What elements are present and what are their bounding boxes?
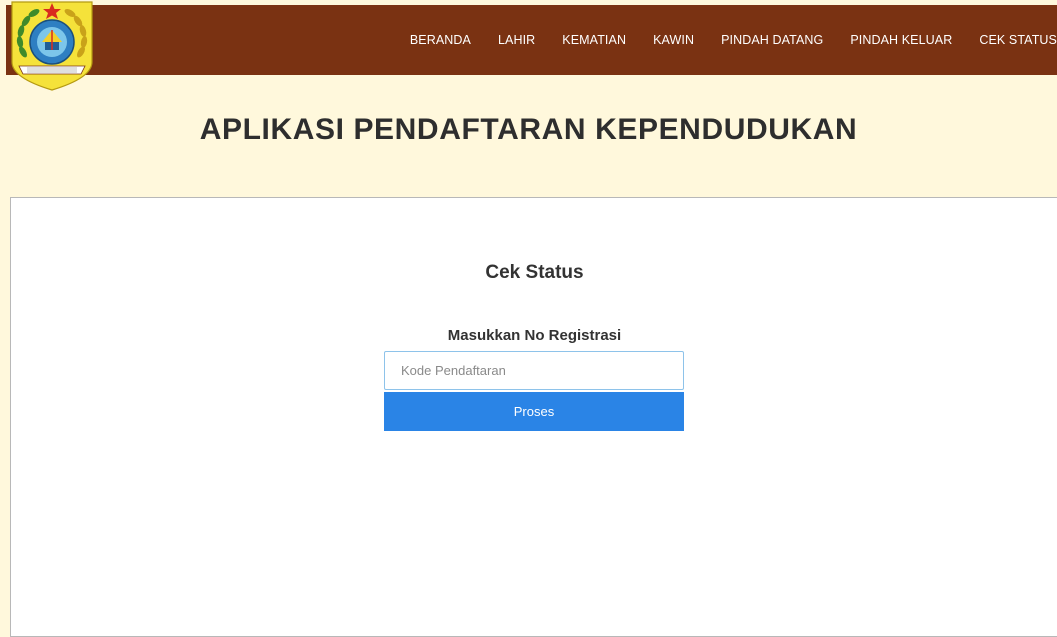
- regency-logo-icon[interactable]: [9, 0, 95, 92]
- nav-item-lahir[interactable]: LAHIR: [498, 33, 535, 47]
- cek-status-panel: Cek Status Masukkan No Registrasi Proses: [10, 197, 1057, 637]
- nav-item-beranda[interactable]: BERANDA: [410, 33, 471, 47]
- nav-item-cek-status[interactable]: CEK STATUS: [979, 33, 1057, 47]
- nav-item-kematian[interactable]: KEMATIAN: [562, 33, 626, 47]
- page-title: APLIKASI PENDAFTARAN KEPENDUDUKAN: [199, 113, 858, 146]
- card-title: Cek Status: [485, 262, 584, 283]
- nav-item-pindah-keluar[interactable]: PINDAH KELUAR: [850, 33, 952, 47]
- proses-button[interactable]: Proses: [384, 392, 684, 431]
- registration-number-label: Masukkan No Registrasi: [447, 327, 622, 344]
- registration-code-input[interactable]: [384, 351, 684, 390]
- nav-item-pindah-datang[interactable]: PINDAH DATANG: [721, 33, 823, 47]
- nav-item-kawin[interactable]: KAWIN: [653, 33, 694, 47]
- top-navbar: BERANDA LAHIR KEMATIAN KAWIN PINDAH DATA…: [6, 5, 1057, 75]
- main-nav: BERANDA LAHIR KEMATIAN KAWIN PINDAH DATA…: [383, 5, 1057, 75]
- regency-emblem-icon: [11, 1, 93, 91]
